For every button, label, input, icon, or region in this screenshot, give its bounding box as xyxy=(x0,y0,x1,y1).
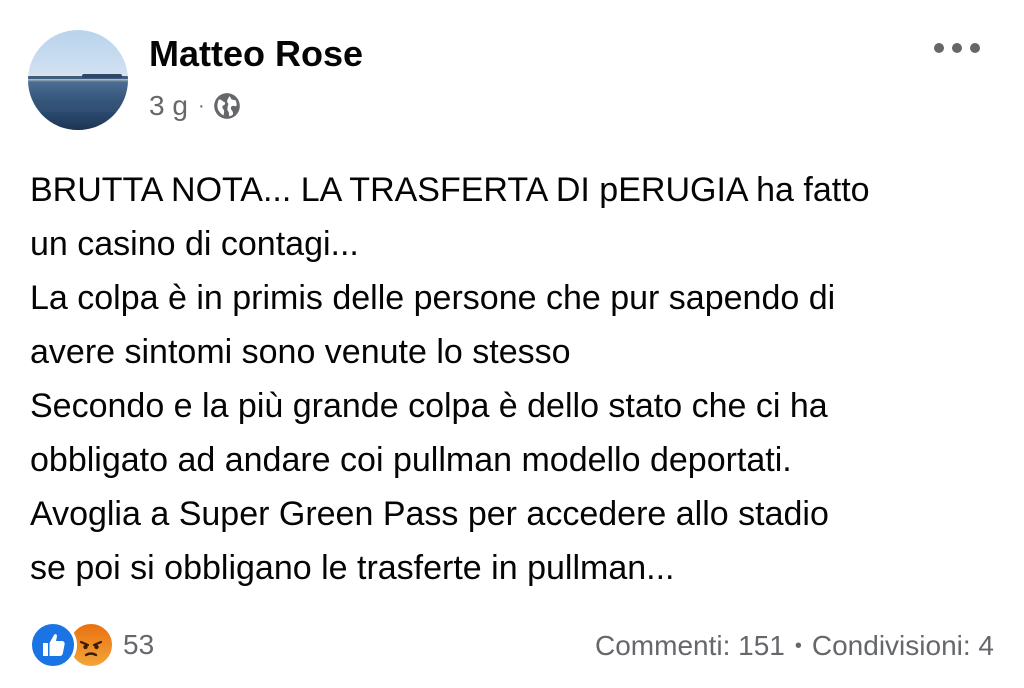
post-text-line: avere sintomi sono venute lo stesso xyxy=(30,333,571,371)
post-timestamp[interactable]: 3 g xyxy=(149,90,188,122)
post-text-line: obbligato ad andare coi pullman modello … xyxy=(30,441,792,479)
post-body: BRUTTA NOTA... LA TRASFERTA DI pERUGIA h… xyxy=(30,163,990,595)
post-meta: 3 g · xyxy=(149,88,241,124)
post-text-line: Avoglia a Super Green Pass per accedere … xyxy=(30,495,829,533)
reactions-summary[interactable]: 53 xyxy=(29,621,155,669)
stats-separator: • xyxy=(794,634,802,657)
more-dot xyxy=(952,43,962,53)
author-name[interactable]: Matteo Rose xyxy=(149,33,363,75)
meta-separator: · xyxy=(197,94,205,117)
reaction-count: 53 xyxy=(123,629,155,660)
post-stats: Commenti: 151 • Condivisioni: 4 xyxy=(595,626,994,666)
more-dot xyxy=(934,43,944,53)
shares-count-link[interactable]: Condivisioni: 4 xyxy=(812,630,994,662)
post-text-line: se poi si obbligano le trasferte in pull… xyxy=(30,549,675,587)
more-options-icon[interactable] xyxy=(934,36,980,60)
like-icon xyxy=(29,621,77,669)
author-avatar[interactable] xyxy=(28,30,128,130)
avatar-pier xyxy=(82,74,122,78)
post-text-line: La colpa è in primis delle persone che p… xyxy=(30,279,836,317)
more-dot xyxy=(970,43,980,53)
post-text-line: Secondo e la più grande colpa è dello st… xyxy=(30,387,828,425)
globe-icon[interactable] xyxy=(213,92,241,120)
post-text-line: BRUTTA NOTA... LA TRASFERTA DI pERUGIA h… xyxy=(30,171,870,209)
avatar-water xyxy=(28,112,128,130)
comments-count-link[interactable]: Commenti: 151 xyxy=(595,630,785,662)
post-text-line: un casino di contagi... xyxy=(30,225,359,263)
